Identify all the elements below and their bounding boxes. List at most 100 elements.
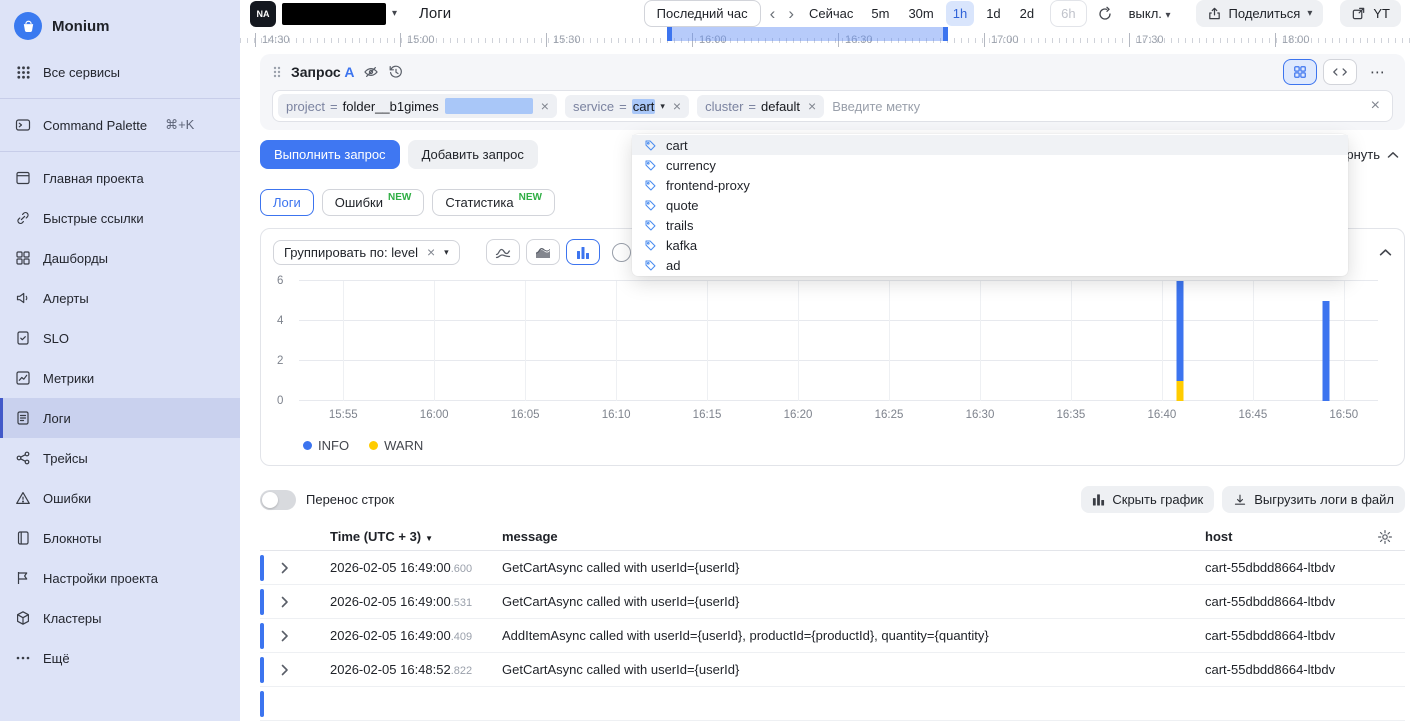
refresh-icon[interactable] [1092, 6, 1118, 22]
flag-icon [15, 570, 31, 586]
warning-triangle-icon [15, 490, 31, 506]
service-value-dropdown: cart currency frontend-proxy quote trail… [632, 134, 1348, 276]
hide-chart-button[interactable]: Скрыть график [1081, 486, 1214, 513]
expand-row-icon[interactable] [281, 562, 289, 574]
label-filter-input[interactable]: project = folder__b1gimes × service = ca… [272, 90, 1393, 122]
custom-range-input[interactable]: 6h [1050, 0, 1086, 27]
tab-statistics[interactable]: Статистика NEW [432, 189, 555, 216]
sidebar-item-slo[interactable]: SLO [0, 318, 240, 358]
new-badge: NEW [519, 192, 542, 203]
sidebar-item-errors[interactable]: Ошибки [0, 478, 240, 518]
sidebar-item-logs[interactable]: Логи [0, 398, 240, 438]
chart-bar-info[interactable] [1322, 301, 1329, 401]
expand-row-icon[interactable] [281, 630, 289, 642]
table-row-partial[interactable] [260, 687, 1405, 721]
dropdown-option-ad[interactable]: ad [632, 255, 1348, 275]
tab-logs[interactable]: Логи [260, 189, 314, 216]
code-view-button[interactable] [1323, 59, 1357, 85]
sidebar-item-all-services[interactable]: Все сервисы [0, 52, 240, 92]
pie-chart-type-button[interactable] [612, 243, 631, 262]
builder-view-button[interactable] [1283, 59, 1317, 85]
sidebar-item-project-settings[interactable]: Настройки проекта [0, 558, 240, 598]
wrap-lines-toggle[interactable] [260, 490, 296, 510]
chart-bar-info[interactable] [1177, 281, 1184, 381]
bar-chart-type-button[interactable] [566, 239, 600, 265]
add-query-button[interactable]: Добавить запрос [408, 140, 538, 169]
query-history-icon[interactable] [388, 64, 404, 80]
run-query-button[interactable]: Выполнить запрос [260, 140, 400, 169]
dropdown-option-frontend-proxy[interactable]: frontend-proxy [632, 175, 1348, 195]
share-button[interactable]: Поделиться ▾ [1196, 0, 1324, 27]
chart-y-tick-label: 2 [277, 355, 283, 367]
dropdown-option-cart[interactable]: cart [632, 135, 1348, 155]
table-row[interactable]: 2026-02-05 16:49:00.531 GetCartAsync cal… [260, 585, 1405, 619]
query-view-toggle: ⋯ [1283, 59, 1393, 85]
clear-filters-icon[interactable]: × [1371, 98, 1380, 114]
table-row[interactable]: 2026-02-05 16:49:00.409 AddItemAsync cal… [260, 619, 1405, 653]
group-by-select[interactable]: Группировать по: level × ▾ [273, 240, 460, 265]
sidebar-item-dashboards[interactable]: Дашборды [0, 238, 240, 278]
sidebar-item-more[interactable]: Ещё [0, 638, 240, 678]
range-preset-5m[interactable]: 5m [864, 1, 896, 26]
timeline-selection[interactable] [667, 27, 948, 41]
dropdown-option-trails[interactable]: trails [632, 215, 1348, 235]
dropdown-option-quote[interactable]: quote [632, 195, 1348, 215]
range-preset-1h[interactable]: 1h [946, 1, 974, 26]
clear-group-by-icon[interactable]: × [427, 245, 435, 259]
range-preset-1d[interactable]: 1d [979, 1, 1007, 26]
sidebar-item-label: Настройки проекта [43, 571, 158, 586]
export-logs-button[interactable]: Выгрузить логи в файл [1222, 486, 1405, 513]
sidebar-item-metrics[interactable]: Метрики [0, 358, 240, 398]
chevron-down-icon[interactable]: ▾ [660, 101, 665, 112]
logo[interactable]: Monium [0, 0, 240, 52]
hide-query-eye-icon[interactable] [363, 64, 379, 80]
sidebar-item-notebooks[interactable]: Блокноты [0, 518, 240, 558]
chart-bar-warn[interactable] [1177, 381, 1184, 401]
sidebar-item-quick-links[interactable]: Быстрые ссылки [0, 198, 240, 238]
collapse-chart-icon[interactable] [1379, 248, 1392, 257]
drag-handle-icon[interactable] [272, 65, 282, 79]
timeline-scrubber[interactable]: 14:30 15:00 15:30 16:00 16:30 17:00 17:3… [240, 27, 1413, 41]
table-settings-gear-icon[interactable] [1377, 529, 1393, 545]
monium-logo-icon [14, 12, 42, 40]
filter-chip-project[interactable]: project = folder__b1gimes × [278, 94, 557, 118]
sidebar-item-project-home[interactable]: Главная проекта [0, 158, 240, 198]
sidebar-item-alerts[interactable]: Алерты [0, 278, 240, 318]
label-input[interactable] [832, 99, 1362, 114]
project-switcher[interactable]: NA ▾ [250, 1, 397, 27]
expand-row-icon[interactable] [281, 596, 289, 608]
table-row[interactable]: 2026-02-05 16:49:00.600 GetCartAsync cal… [260, 551, 1405, 585]
filter-chip-cluster[interactable]: cluster = default × [697, 95, 824, 118]
tab-errors[interactable]: Ошибки NEW [322, 189, 425, 216]
time-range-picker-button[interactable]: Последний час [644, 0, 761, 27]
remove-filter-icon[interactable]: × [673, 99, 681, 113]
query-more-menu[interactable]: ⋯ [1363, 63, 1393, 81]
legend-item-warn[interactable]: WARN [369, 438, 423, 453]
chart-gridline-x [889, 281, 890, 401]
expand-row-icon[interactable] [281, 664, 289, 676]
logs-document-icon [15, 410, 31, 426]
range-back-button[interactable]: ‹ [766, 5, 780, 22]
cell-time: 2026-02-05 16:49:00.531 [330, 594, 502, 609]
remove-filter-icon[interactable]: × [808, 99, 816, 113]
dropdown-option-kafka[interactable]: kafka [632, 235, 1348, 255]
sidebar-item-command-palette[interactable]: Command Palette ⌘+K [0, 105, 240, 145]
range-preset-30m[interactable]: 30m [901, 1, 940, 26]
auto-refresh-dropdown[interactable]: выкл. ▾ [1123, 1, 1177, 26]
range-preset-2d[interactable]: 2d [1013, 1, 1041, 26]
remove-filter-icon[interactable]: × [541, 99, 549, 113]
area-chart-type-button[interactable] [526, 239, 560, 265]
legend-item-info[interactable]: INFO [303, 438, 349, 453]
divider [0, 151, 240, 152]
column-header-time[interactable]: Time (UTC + 3)▼ [330, 529, 502, 544]
sidebar-item-traces[interactable]: Трейсы [0, 438, 240, 478]
open-in-yt-button[interactable]: YT [1340, 0, 1401, 27]
warn-dot-icon [369, 441, 378, 450]
table-row[interactable]: 2026-02-05 16:48:52.822 GetCartAsync cal… [260, 653, 1405, 687]
line-chart-type-button[interactable] [486, 239, 520, 265]
jump-to-now-button[interactable]: Сейчас [803, 1, 859, 26]
dropdown-option-currency[interactable]: currency [632, 155, 1348, 175]
sidebar-item-clusters[interactable]: Кластеры [0, 598, 240, 638]
range-forward-button[interactable]: › [784, 5, 798, 22]
filter-chip-service[interactable]: service = cart ▾ × [565, 95, 689, 118]
